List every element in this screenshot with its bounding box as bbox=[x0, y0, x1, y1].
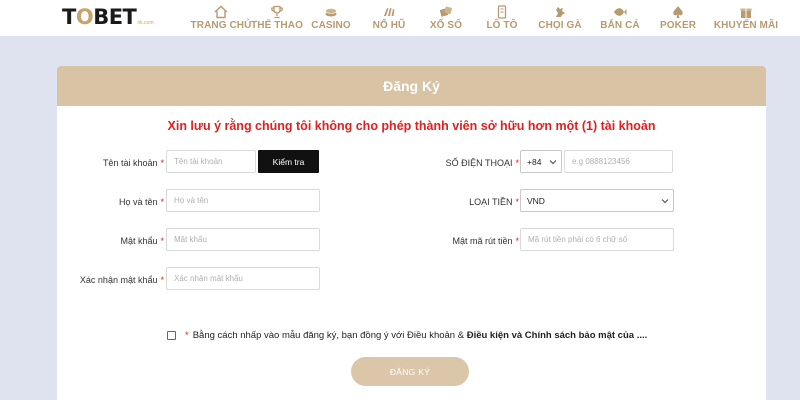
rooster-icon bbox=[556, 7, 565, 17]
currency-value: VND bbox=[527, 195, 545, 206]
fish-icon bbox=[614, 8, 627, 16]
nav-label: TRANG CHỦ bbox=[190, 20, 252, 31]
chevron-down-icon bbox=[549, 160, 557, 165]
nav-label: XỔ SỐ bbox=[429, 20, 463, 31]
terms-text: Bằng cách nhấp vào mẫu đăng ký, bạn đồng… bbox=[192, 330, 465, 341]
gift-icon bbox=[740, 8, 752, 18]
nav-item-home[interactable]: TRANG CHỦ bbox=[190, 0, 252, 36]
confirm-password-input[interactable]: Xác nhận mật khẩu bbox=[166, 267, 320, 290]
logo-text: TOBET bbox=[62, 5, 137, 29]
register-card: Đăng Ký Xin lưu ý rằng chúng tôi không c… bbox=[57, 66, 766, 400]
password-input[interactable]: Mật khẩu bbox=[166, 228, 320, 251]
slot-icon bbox=[384, 8, 395, 16]
nav-item-poker[interactable]: POKER bbox=[650, 0, 706, 36]
nav-item-fishing[interactable]: BẮN CÁ bbox=[590, 0, 650, 36]
phone-input[interactable]: e.g 0888123456 bbox=[564, 150, 673, 173]
chips-icon bbox=[325, 8, 337, 17]
required-mark: * bbox=[185, 330, 189, 341]
nav-item-cockfight[interactable]: CHỌI GÀ bbox=[530, 0, 590, 36]
username-label: Tên tài khoản * bbox=[102, 158, 164, 168]
one-account-warning: Xin lưu ý rằng chúng tôi không cho phép … bbox=[167, 119, 656, 133]
main-nav: TRANG CHỦ THỂ THAO CASINO NỔ HŨ XỔ SỐ LÔ… bbox=[190, 0, 786, 36]
terms-checkbox[interactable] bbox=[167, 331, 176, 340]
trophy-icon bbox=[271, 5, 283, 19]
password-label: Mật khẩu * bbox=[120, 236, 164, 246]
nav-item-promotions[interactable]: KHUYẾN MÃI bbox=[706, 0, 786, 36]
confirm-password-label: Xác nhận mật khẩu * bbox=[79, 275, 164, 285]
fullname-label: Họ và tên * bbox=[118, 197, 164, 207]
nav-label: LÔ TÔ bbox=[486, 20, 518, 31]
nav-item-casino[interactable]: CASINO bbox=[302, 0, 360, 36]
register-title: Đăng Ký bbox=[383, 78, 440, 94]
register-submit-button[interactable]: ĐĂNG KÝ bbox=[351, 357, 469, 386]
nav-label: BẮN CÁ bbox=[600, 20, 640, 31]
top-header: TOBET nk.com TRANG CHỦ THỂ THAO CASINO N… bbox=[0, 0, 800, 36]
phone-code-select[interactable]: +84 bbox=[520, 150, 562, 173]
fullname-input[interactable]: Họ và tên bbox=[166, 189, 320, 212]
logo-subtext: nk.com bbox=[137, 20, 154, 26]
nav-label: KHUYẾN MÃI bbox=[713, 20, 779, 31]
dice-icon bbox=[439, 6, 452, 17]
terms-agreement: * Bằng cách nhấp vào mẫu đăng ký, bạn đồ… bbox=[167, 330, 647, 341]
ticket-icon bbox=[497, 5, 507, 19]
nav-label: NỔ HŨ bbox=[372, 20, 406, 31]
phone-code-value: +84 bbox=[527, 156, 542, 167]
spade-icon bbox=[673, 6, 683, 18]
nav-item-lotto[interactable]: LÔ TÔ bbox=[474, 0, 530, 36]
chevron-down-icon bbox=[661, 199, 669, 204]
nav-label: THỂ THAO bbox=[251, 20, 303, 31]
terms-link[interactable]: Điều kiện và Chính sách bảo mật của .... bbox=[467, 330, 648, 341]
nav-label: POKER bbox=[659, 20, 697, 31]
nav-item-slots[interactable]: NỔ HŨ bbox=[360, 0, 418, 36]
currency-select[interactable]: VND bbox=[520, 189, 674, 212]
nav-label: CHỌI GÀ bbox=[538, 20, 582, 31]
phone-label: SỐ ĐIỆN THOẠI * bbox=[445, 158, 519, 168]
withdraw-pin-input[interactable]: Mã rút tiền phải có 6 chữ số bbox=[520, 228, 674, 251]
username-input[interactable]: Tên tài khoản bbox=[166, 150, 256, 173]
register-header: Đăng Ký bbox=[57, 66, 766, 106]
site-logo[interactable]: TOBET nk.com bbox=[62, 6, 154, 28]
withdraw-pin-label: Mật mã rút tiền * bbox=[452, 236, 519, 246]
nav-item-sports[interactable]: THỂ THAO bbox=[251, 0, 303, 36]
check-username-button[interactable]: Kiểm tra bbox=[258, 150, 319, 173]
nav-label: CASINO bbox=[311, 20, 351, 31]
nav-item-lottery[interactable]: XỔ SỐ bbox=[418, 0, 474, 36]
currency-label: LOẠI TIỀN * bbox=[469, 197, 519, 207]
home-icon bbox=[214, 5, 228, 19]
